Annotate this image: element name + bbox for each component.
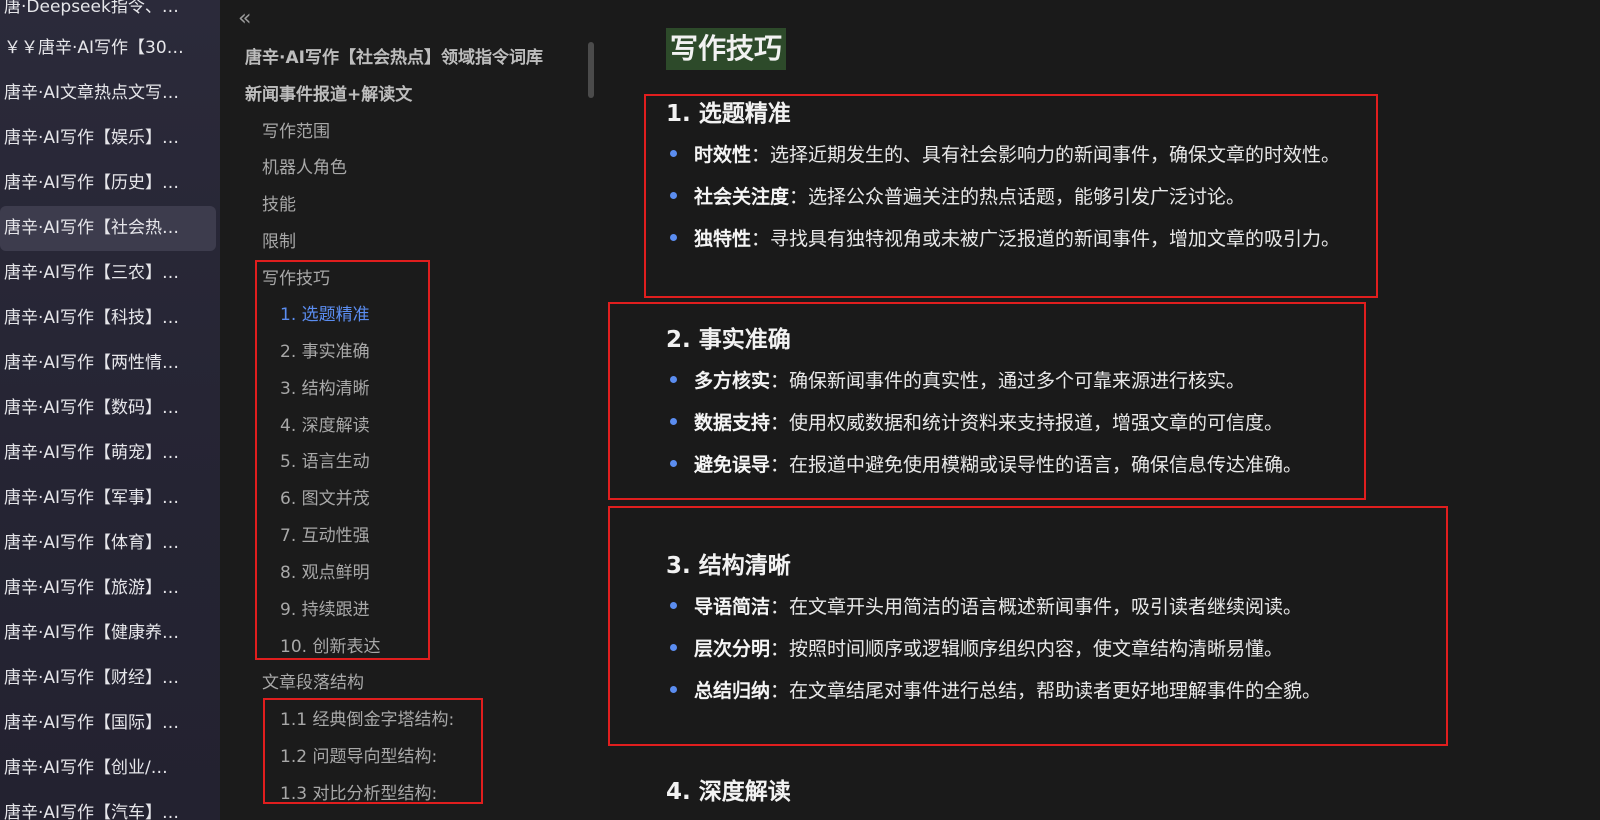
doc-list-item[interactable]: 唐辛·AI写作【三农】… <box>0 251 184 296</box>
doc-list-item-active[interactable]: 唐辛·AI写作【社会热… <box>0 206 216 251</box>
toc-item-limits[interactable]: 限制 <box>262 227 296 252</box>
highlight-box <box>255 260 430 660</box>
highlight-box <box>644 94 1378 298</box>
app-window: 唐·Deepseek指令、入… ￥￥唐辛·AI写作【30+… 唐辛·AI文章热点… <box>0 0 1600 820</box>
doc-list-item[interactable]: 唐·Deepseek指令、入… <box>0 0 184 26</box>
doc-list-item[interactable]: 唐辛·AI写作【萌宠】… <box>0 431 184 476</box>
doc-list-item[interactable]: 唐辛·AI写作【两性情… <box>0 341 184 386</box>
doc-list-item[interactable]: 唐辛·AI写作【体育】… <box>0 521 184 566</box>
highlight-box <box>608 506 1448 746</box>
page-heading: 写作技巧 <box>666 28 787 70</box>
doc-list-item[interactable]: 唐辛·AI写作【财经】… <box>0 656 184 701</box>
toc-scrollbar[interactable] <box>588 42 594 98</box>
doc-list-item[interactable]: 唐辛·AI写作【创业/副… <box>0 746 184 791</box>
doc-list-item[interactable]: 唐辛·AI写作【健康养… <box>0 611 184 656</box>
doc-list-item[interactable]: 唐辛·AI写作【军事】… <box>0 476 184 521</box>
toc-item-scope[interactable]: 写作范围 <box>262 117 330 142</box>
doc-list-item[interactable]: 唐辛·AI写作【娱乐】… <box>0 116 184 161</box>
doc-list-item[interactable]: 唐辛·AI写作【科技】… <box>0 296 184 341</box>
toc-item-skills[interactable]: 技能 <box>262 190 296 215</box>
doc-list-item[interactable]: 唐辛·AI写作【旅游】… <box>0 566 184 611</box>
toc-section-title[interactable]: 新闻事件报道+解读文 <box>245 80 412 105</box>
doc-list-item[interactable]: 唐辛·AI写作【汽车】… <box>0 791 184 820</box>
doc-list-item[interactable]: 唐辛·AI写作【历史】… <box>0 161 184 206</box>
toc-doc-title[interactable]: 唐辛·AI写作【社会热点】领域指令词库 <box>245 43 543 68</box>
doc-list-item[interactable]: 唐辛·AI文章热点文写… <box>0 71 184 116</box>
toc-item-structure[interactable]: 文章段落结构 <box>262 668 364 693</box>
doc-list-item[interactable]: 唐辛·AI写作【国际】… <box>0 701 184 746</box>
main-content: 写作技巧 1. 选题精准 时效性：选择近期发生的、具有社会影响力的新闻事件，确保… <box>600 0 1600 820</box>
toc-item-role[interactable]: 机器人角色 <box>262 153 347 178</box>
doc-list-item[interactable]: ￥￥唐辛·AI写作【30+… <box>0 26 184 71</box>
highlight-box <box>608 302 1366 500</box>
collapse-sidebar-icon[interactable]: « <box>238 6 251 31</box>
section-heading: 4. 深度解读 <box>666 779 791 805</box>
doc-list-sidebar: 唐·Deepseek指令、入… ￥￥唐辛·AI写作【30+… 唐辛·AI文章热点… <box>0 0 220 820</box>
highlight-box <box>263 698 483 804</box>
toc-panel: « 唐辛·AI写作【社会热点】领域指令词库 新闻事件报道+解读文 写作范围 机器… <box>220 0 600 820</box>
doc-list-item[interactable]: 唐辛·AI写作【数码】… <box>0 386 184 431</box>
